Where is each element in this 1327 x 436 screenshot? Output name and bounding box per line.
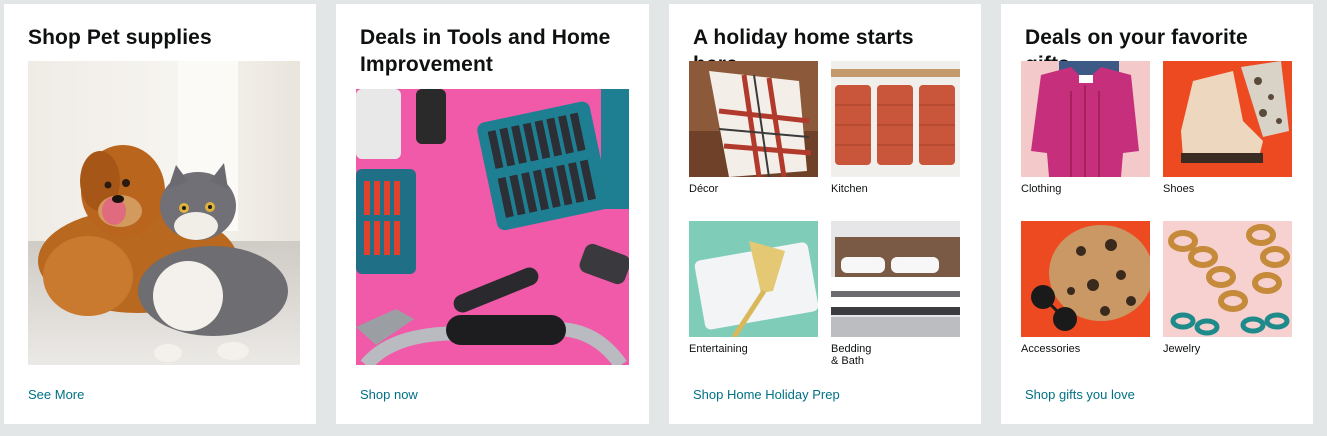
tile-decor[interactable] [689,61,818,177]
see-more-link[interactable]: See More [28,387,84,402]
card-pet-supplies: Shop Pet supplies See More [4,4,316,424]
tile-caption: Jewelry [1163,343,1201,355]
card-title: Shop Pet supplies [28,26,212,49]
sunglasses-bag-icon [1021,221,1150,337]
tile-accessories[interactable] [1021,221,1150,337]
tile-entertaining[interactable] [689,221,818,337]
shop-gifts-link[interactable]: Shop gifts you love [1025,387,1135,402]
tile-kitchen[interactable] [831,61,960,177]
card-tools: Deals in Tools and Home Improvement Shop… [336,4,649,424]
chain-necklace-icon [1163,221,1292,337]
shop-now-link[interactable]: Shop now [360,387,418,402]
blanket-icon [689,61,818,177]
boots-icon [1163,61,1292,177]
tile-caption: Entertaining [689,343,748,355]
tile-caption: Bedding & Bath [831,343,872,367]
tile-caption: Décor [689,183,719,195]
potholders-icon [831,61,960,177]
tool-bits-photo-icon [356,89,629,365]
tile-caption: Clothing [1021,183,1062,195]
tile-caption: Shoes [1163,183,1195,195]
card-gifts: Deals on your favorite gifts Clothing [1001,4,1313,424]
pet-image[interactable] [28,61,300,365]
card-holiday-home: A holiday home starts here Décor [669,4,981,424]
sweater-icon [1021,61,1150,177]
tile-caption: Kitchen [831,183,868,195]
tile-bedding-bath[interactable] [831,221,960,337]
card-row: Shop Pet supplies See More Deals in Tool… [0,0,1327,436]
tile-caption: Accessories [1021,343,1081,355]
card-title: Deals in Tools and Home Improvement [360,26,611,76]
shop-home-holiday-prep-link[interactable]: Shop Home Holiday Prep [693,387,840,402]
tools-image[interactable] [356,89,629,365]
dog-cat-photo-icon [28,61,300,365]
tile-shoes[interactable] [1163,61,1292,177]
bed-icon [831,221,960,337]
tile-jewelry[interactable] [1163,221,1292,337]
cake-server-icon [689,221,818,337]
tile-clothing[interactable] [1021,61,1150,177]
